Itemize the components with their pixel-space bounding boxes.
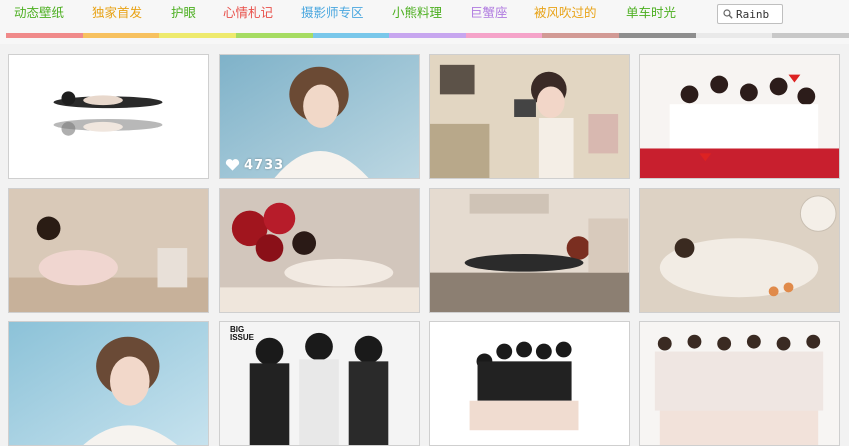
photo-image bbox=[9, 189, 208, 312]
photo-image bbox=[430, 55, 629, 178]
photo-tile-8[interactable] bbox=[639, 188, 840, 313]
heart-icon bbox=[225, 159, 240, 171]
photo-image bbox=[640, 322, 839, 445]
photo-tile-6[interactable] bbox=[219, 188, 420, 313]
photo-image bbox=[9, 322, 208, 445]
photo-tile-10[interactable]: BIG ISSUE bbox=[219, 321, 420, 446]
photo-grid: 4733 BIG ISSUE bbox=[0, 0, 849, 446]
photo-tile-3[interactable] bbox=[429, 54, 630, 179]
likes-count: 4733 bbox=[244, 157, 285, 173]
photo-tile-5[interactable] bbox=[8, 188, 209, 313]
photo-tile-11[interactable] bbox=[429, 321, 630, 446]
likes-counter: 4733 bbox=[225, 157, 284, 173]
photo-tile-2[interactable]: 4733 bbox=[219, 54, 420, 179]
photo-tile-7[interactable] bbox=[429, 188, 630, 313]
photo-tile-12[interactable] bbox=[639, 321, 840, 446]
photo-tile-9[interactable] bbox=[8, 321, 209, 446]
photo-image bbox=[430, 322, 629, 445]
photo-tile-4[interactable] bbox=[639, 54, 840, 179]
photo-image bbox=[640, 55, 839, 178]
photo-tile-1[interactable] bbox=[8, 54, 209, 179]
photo-image bbox=[640, 189, 839, 312]
photo-image bbox=[430, 189, 629, 312]
photo-image bbox=[220, 189, 419, 312]
photo-image bbox=[9, 55, 208, 178]
magazine-logo: BIG ISSUE bbox=[230, 325, 255, 342]
